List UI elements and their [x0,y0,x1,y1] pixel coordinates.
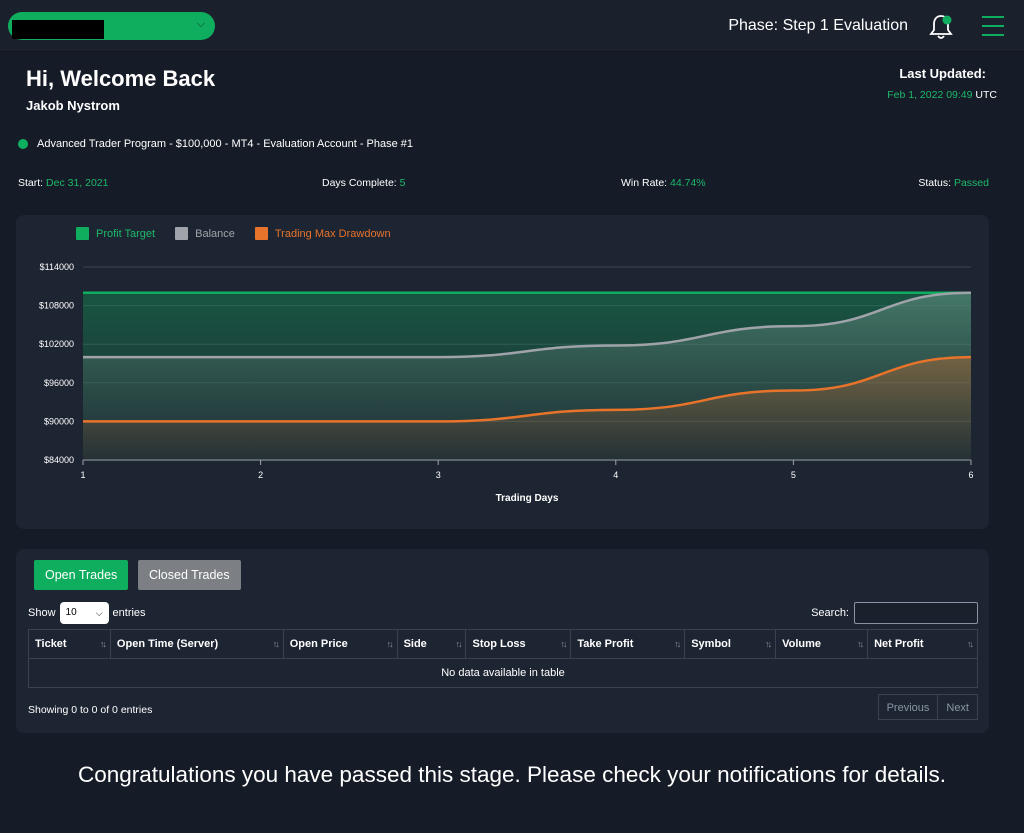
column-header[interactable]: Volume ↑↓ [775,629,869,659]
sort-icon: ↑↓ [560,639,567,649]
sort-icon: ↑↓ [99,639,107,649]
column-header[interactable]: Side ↑↓ [396,629,467,659]
page-length-select[interactable]: 10 ⌵ [59,602,109,624]
tab-closed-trades[interactable]: Closed Trades [138,560,241,590]
stat-start: Start: Dec 31, 2021 [18,177,108,189]
column-header[interactable]: Take Profit ↑↓ [570,629,686,659]
tab-open-trades[interactable]: Open Trades [34,560,129,590]
show-label: Show [28,607,56,619]
column-header-label: Stop Loss [472,638,526,650]
sort-icon: ↑↓ [272,639,280,649]
x-axis-title: Trading Days [496,493,559,504]
y-tick-label: $114000 [40,262,74,272]
chevron-down-icon: ⌵ [95,608,103,618]
column-header-label: Open Time (Server) [116,638,219,650]
table-info: Showing 0 to 0 of 0 entries [28,704,153,716]
column-header-label: Volume [782,638,822,650]
stat-status-label: Status: [918,177,952,189]
y-tick-label: $90000 [44,416,74,426]
y-tick-label: $84000 [44,455,74,465]
top-bar: ⌵ Phase: Step 1 Evaluation [0,0,1024,52]
status-dot-icon [18,139,28,149]
stat-days-value: 5 [399,177,406,189]
page-length-value: 10 [65,607,77,618]
y-tick-label: $102000 [39,339,74,349]
table-row: No data available in table [28,658,978,688]
stat-days-label: Days Complete: [322,177,397,189]
welcome-heading: Hi, Welcome Back [26,66,216,91]
user-name: Jakob Nystrom [26,98,120,113]
page-length-control: Show 10 ⌵ entries [28,602,146,624]
sort-icon: ↑↓ [967,639,974,649]
last-updated-date: Feb 1, 2022 09:49 [887,89,973,101]
phase-label: Phase: Step 1 Evaluation [728,17,908,34]
program-label: Advanced Trader Program - $100,000 - MT4… [37,138,414,150]
y-tick-label: $108000 [39,301,74,311]
redacted-account-name [12,20,104,39]
last-updated-value: Feb 1, 2022 09:49 UTC [887,89,997,101]
account-select[interactable]: ⌵ [8,12,215,40]
bell-icon[interactable] [928,13,954,41]
y-tick-label: $96000 [44,378,74,388]
column-header[interactable]: Symbol ↑↓ [684,629,777,659]
x-tick-label: 4 [613,470,618,480]
search-label: Search: [811,607,849,619]
column-header-label: Take Profit [577,638,634,650]
empty-table-message: No data available in table [28,658,978,688]
sort-icon: ↑↓ [386,639,394,649]
column-header-label: Side [403,638,427,650]
trades-table: Ticket ↑↓ Open Time (Server) ↑↓ Open Price ↑↓… [28,629,978,688]
x-tick-label: 2 [258,470,263,480]
last-updated-label: Last Updated: [899,66,986,81]
previous-button[interactable]: Previous [877,694,939,720]
column-header[interactable]: Open Price ↑↓ [282,629,398,659]
column-header-label: Open Price [289,638,348,650]
search-input[interactable] [854,602,978,624]
pagination: Previous Next [877,694,978,720]
sort-icon: ↑↓ [765,639,772,649]
stat-start-label: Start: [18,177,44,189]
x-tick-label: 3 [436,470,441,480]
congratulations-message: Congratulations you have passed this sta… [78,762,946,787]
column-header-label: Symbol [691,638,731,650]
stat-days-complete: Days Complete: 5 [322,177,405,189]
search-control: Search: [811,602,978,624]
x-tick-label: 1 [80,470,85,480]
column-header[interactable]: Open Time (Server) ↑↓ [109,629,284,659]
stat-winrate-label: Win Rate: [621,177,668,189]
next-button[interactable]: Next [938,694,978,720]
column-header[interactable]: Net Profit ↑↓ [867,629,978,659]
column-header-label: Net Profit [874,638,924,650]
chevron-down-icon: ⌵ [196,18,205,30]
stat-status: Status: Passed [918,177,989,189]
column-header-label: Ticket [35,638,67,650]
table-header-row: Ticket ↑↓ Open Time (Server) ↑↓ Open Price ↑↓… [28,629,978,659]
last-updated-timezone: UTC [975,89,997,101]
stat-start-value: Dec 31, 2021 [46,177,109,189]
sort-icon: ↑↓ [674,639,681,649]
program-info: Advanced Trader Program - $100,000 - MT4… [18,138,413,150]
column-header[interactable]: Ticket ↑↓ [28,629,111,659]
hamburger-menu-icon[interactable] [982,16,1004,36]
x-tick-label: 6 [968,470,973,480]
stat-status-value: Passed [953,177,989,189]
stat-winrate-value: 44.74% [670,177,706,189]
x-tick-label: 5 [791,470,796,480]
column-header[interactable]: Stop Loss ↑↓ [465,629,572,659]
stat-win-rate: Win Rate: 44.74% [621,177,706,189]
entries-label: entries [112,607,146,619]
chart-card: Profit Target Balance Trading Max Drawdo… [16,215,989,529]
sort-icon: ↑↓ [857,639,864,649]
balance-chart: $84000 $90000 $96000 $102000 $108000 $114000 1… [39,262,974,504]
sort-icon: ↑↓ [455,639,462,649]
trades-card: Open Trades Closed Trades Show 10 ⌵ entr… [16,549,989,733]
